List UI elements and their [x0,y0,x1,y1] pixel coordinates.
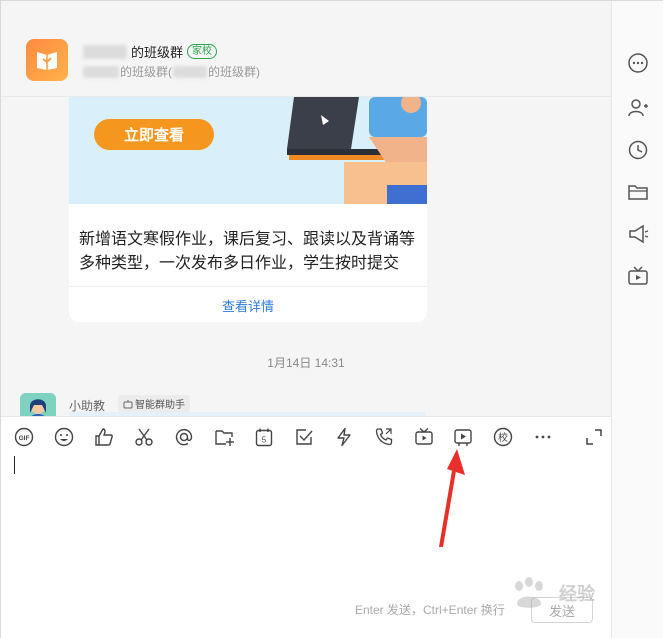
paw-logo-icon [515,577,543,608]
more-tools-button[interactable] [533,427,553,447]
subtitle-part: 的班级群( [120,65,172,79]
view-details-link[interactable]: 查看详情 [69,296,427,315]
annotation-arrow [439,449,465,547]
message-card[interactable]: 立即查看 新增语文寒假作业，课后复习、跟读以及背诵等多种类型，一次发布多日作业，… [69,97,427,322]
banner-illustration [279,97,427,204]
at-icon [175,428,193,446]
expand-input-button[interactable] [584,427,604,447]
mention-button[interactable] [174,427,194,447]
more-circle-icon [628,53,648,73]
send-file-button[interactable] [214,427,234,447]
video-button[interactable] [453,427,473,447]
book-icon [37,52,57,70]
like-button[interactable] [94,427,114,447]
live-button[interactable] [626,264,650,288]
lightning-icon [337,427,351,447]
gif-icon-label: GIF [19,435,30,442]
watermark-text: 经验 [559,584,595,604]
add-member-button[interactable] [626,96,650,120]
history-button[interactable] [626,138,650,162]
input-toolbar: GIF 5 校 [1,416,611,456]
send-hint: Enter 发送，Ctrl+Enter 换行 [355,603,505,617]
calendar-icon: 5 [255,428,273,447]
folder-add-icon [215,430,234,446]
more-options-button[interactable] [626,51,650,75]
quick-action-button[interactable] [334,427,354,447]
chat-header: 的班级群 家校 的班级群( 的班级群) [1,1,611,97]
chat-window: 的班级群 家校 的班级群( 的班级群) 立即查看 新增语文寒假作业，课后复习、跟… [0,0,663,638]
phone-call-icon [375,428,393,446]
card-description: 新增语文寒假作业，课后复习、跟读以及背诵等多种类型，一次发布多日作业，学生按时提… [79,231,416,272]
assistant-tag: 智能群助手 [118,395,190,412]
checkin-button[interactable] [294,427,314,447]
group-title[interactable]: 的班级群 家校 [83,42,218,61]
expand-icon [586,429,602,445]
scissors-icon [135,428,153,446]
redacted-name [83,65,119,78]
megaphone-icon [629,224,649,244]
announcement-button[interactable] [626,222,650,246]
files-button[interactable] [626,180,650,204]
baidu-watermark: 经验 [507,573,637,613]
right-sidebar [611,1,663,638]
card-divider [69,286,427,287]
school-button[interactable]: 校 [493,427,513,447]
school-icon-label: 校 [498,431,508,444]
calendar-icon-label: 5 [262,436,267,445]
thumbs-up-icon [95,428,113,446]
clock-icon [628,140,648,160]
redacted-name [83,44,127,59]
add-user-icon [628,99,648,117]
school-tag: 家校 [187,44,218,59]
assistant-avatar-icon [20,393,56,416]
text-caret [14,456,15,474]
screenshot-button[interactable] [134,427,154,447]
call-button[interactable] [374,427,394,447]
tv-icon [628,266,648,285]
robot-icon [123,399,133,408]
emoji-button[interactable] [54,427,74,447]
play-video-icon [454,429,472,446]
folder-icon [628,185,648,200]
group-name: 的班级群 [131,45,184,60]
live-class-button[interactable] [414,427,434,447]
subtitle-part: 的班级群) [208,65,260,79]
view-now-button[interactable]: 立即查看 [94,119,214,150]
tv-icon [415,427,433,445]
smiley-icon [54,427,74,447]
message-list[interactable]: 立即查看 新增语文寒假作业，课后复习、跟读以及背诵等多种类型，一次发布多日作业，… [1,97,611,416]
assistant-tag-label: 智能群助手 [135,400,185,411]
schedule-button[interactable]: 5 [254,427,274,447]
message-timestamp: 1月14日 14:31 [267,356,345,370]
school-icon: 校 [493,427,513,447]
checkbox-icon [296,429,313,445]
assistant-avatar[interactable] [20,393,56,416]
group-subtitle: 的班级群( 的班级群) [83,63,260,80]
gif-icon: GIF [14,427,34,447]
ellipsis-icon [535,435,551,439]
group-avatar[interactable] [26,39,68,81]
gif-button[interactable]: GIF [14,427,34,447]
card-banner: 立即查看 [69,97,427,204]
redacted-name [173,65,207,78]
